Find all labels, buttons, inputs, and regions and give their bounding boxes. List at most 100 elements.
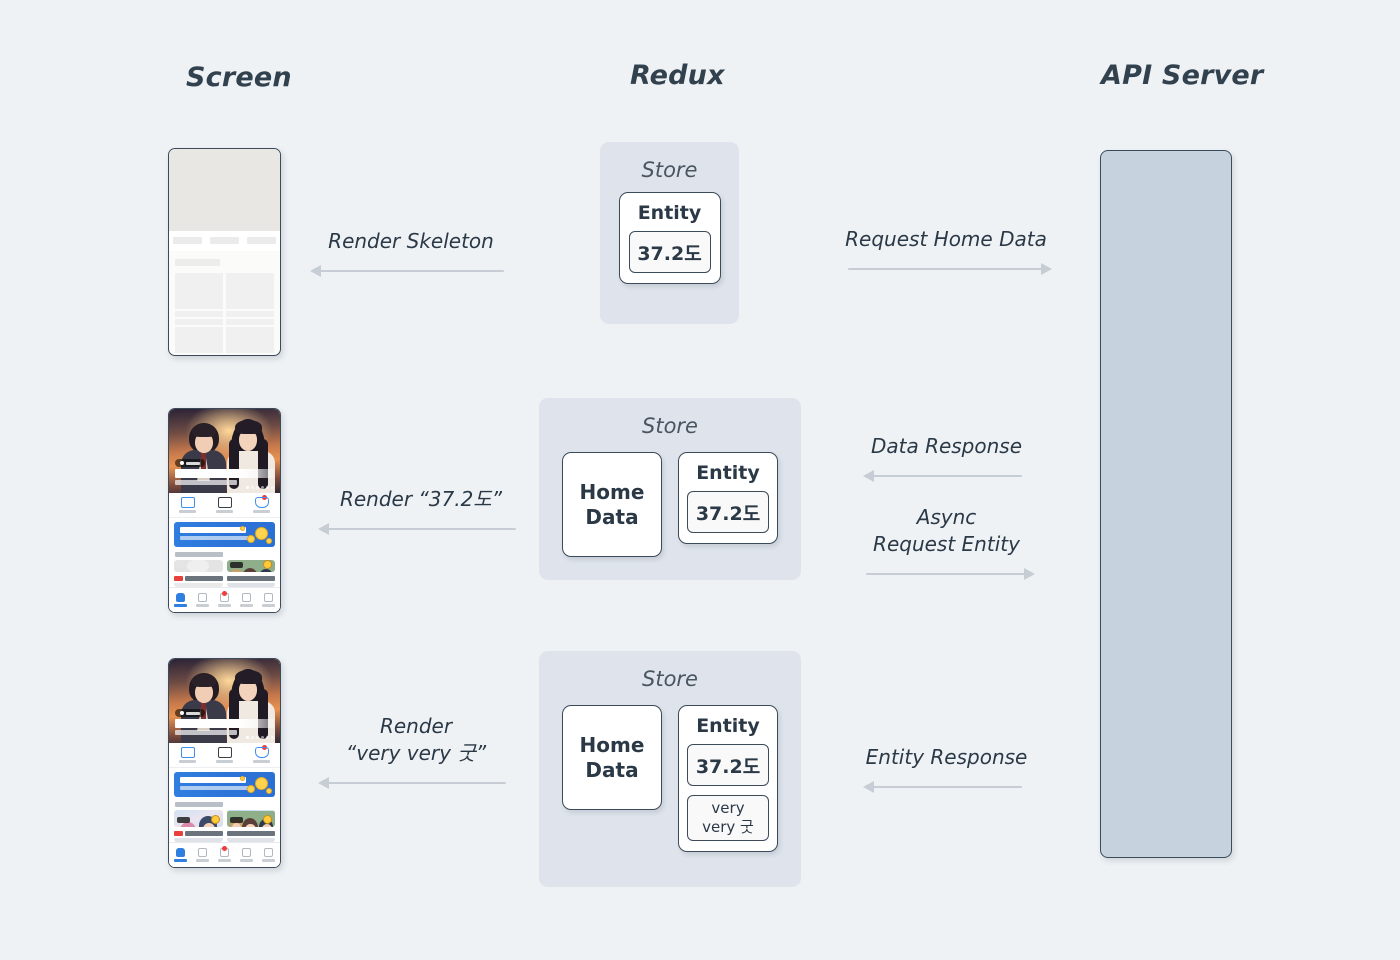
store-panel-3: Store Home Data Entity 37.2도 very very 굿 xyxy=(539,651,801,887)
home-data-box: Home Data xyxy=(562,452,662,557)
quick-menu-item-3[interactable] xyxy=(243,493,280,517)
app-card-loaded[interactable] xyxy=(226,810,275,842)
arrow-shaft xyxy=(866,573,1027,575)
skeleton-cell xyxy=(226,311,274,317)
column-heading-api-server: API Server xyxy=(1101,60,1264,91)
nav-item-event[interactable] xyxy=(213,843,235,867)
app-quick-menu xyxy=(169,493,280,518)
skeleton-menu-row xyxy=(169,231,280,251)
nav-item-search[interactable] xyxy=(236,588,258,612)
arrow-line-left xyxy=(863,780,1030,794)
phone-mockup-partial xyxy=(168,408,281,613)
ticket-icon xyxy=(180,497,195,508)
app-bottom-nav xyxy=(169,842,280,867)
arrow-label-async: Async xyxy=(916,505,977,529)
search-icon xyxy=(242,848,252,857)
hero-title-text xyxy=(175,719,274,728)
app-section-title xyxy=(175,552,223,557)
arrow-shaft xyxy=(318,270,504,272)
notification-dot-icon xyxy=(221,846,227,851)
card-subcaption xyxy=(174,583,223,587)
bookmark-icon xyxy=(197,848,207,857)
card-caption xyxy=(174,575,223,581)
promo-subtitle xyxy=(180,536,254,540)
card-badge xyxy=(229,562,243,568)
store-contents: Home Data Entity 37.2도 very very 굿 xyxy=(539,705,801,887)
nav-item-search[interactable] xyxy=(236,843,258,867)
nav-item-mypage[interactable] xyxy=(258,588,280,612)
hero-carousel-dots xyxy=(246,486,274,489)
coin-icon xyxy=(263,815,272,824)
hero-carousel-dots xyxy=(246,736,274,739)
bookmark-icon xyxy=(197,593,207,602)
skeleton-cell xyxy=(226,327,274,353)
entity-chip-very-line-1: very xyxy=(711,799,745,818)
skeleton-cell xyxy=(175,319,223,325)
app-section-title xyxy=(175,802,223,807)
entity-chip-temperature: 37.2도 xyxy=(687,491,769,533)
entity-box: Entity 37.2도 xyxy=(678,452,778,544)
app-card-skeleton[interactable] xyxy=(174,560,223,587)
nav-item-mytoon[interactable] xyxy=(191,843,213,867)
store-label: Store xyxy=(641,158,698,182)
arrow-head-right-icon xyxy=(1041,263,1052,275)
hero-badge xyxy=(175,459,205,467)
app-promo-banner[interactable] xyxy=(174,522,275,547)
coin-icon xyxy=(266,788,272,794)
quick-menu-item-2[interactable] xyxy=(206,493,243,517)
phone-mockup-loaded xyxy=(168,658,281,868)
home-data-box: Home Data xyxy=(562,705,662,810)
card-badge xyxy=(177,817,190,823)
coin-icon xyxy=(266,538,272,544)
arrow-entity-response: Entity Response xyxy=(863,744,1030,794)
app-card-grid xyxy=(174,810,275,842)
arrow-request-home-data: Request Home Data xyxy=(840,226,1052,276)
nav-item-home[interactable] xyxy=(169,588,191,612)
coin-icon xyxy=(240,776,245,781)
app-bottom-nav xyxy=(169,587,280,612)
app-promo-banner[interactable] xyxy=(174,772,275,797)
nav-item-event[interactable] xyxy=(213,588,235,612)
promo-title xyxy=(180,777,246,783)
skeleton-hero-block xyxy=(169,149,280,231)
arrow-label-render-skeleton: Render Skeleton xyxy=(328,229,494,253)
arrow-label-render: Render xyxy=(379,714,453,738)
nav-item-mypage[interactable] xyxy=(258,843,280,867)
gift-icon xyxy=(254,497,269,508)
skeleton-cell xyxy=(175,311,223,317)
arrow-line-left xyxy=(863,469,1030,483)
arrow-line-right xyxy=(858,567,1035,581)
hero-subtitle-text xyxy=(175,730,237,735)
card-subcaption xyxy=(226,583,275,587)
app-card-loaded[interactable] xyxy=(174,810,223,842)
arrow-label-request-home-data: Request Home Data xyxy=(845,227,1047,251)
gift-icon xyxy=(254,747,269,758)
hero-character-right-hair-right xyxy=(258,439,268,489)
search-icon xyxy=(242,593,252,602)
coin-icon xyxy=(247,535,255,543)
app-card-loaded[interactable] xyxy=(226,560,275,587)
arrow-shaft xyxy=(871,475,1022,477)
hero-character-left-fringe xyxy=(192,674,216,687)
skeleton-cell xyxy=(175,273,223,309)
app-quick-menu xyxy=(169,743,280,768)
user-icon xyxy=(264,593,274,602)
api-server-bar xyxy=(1100,150,1232,858)
quick-menu-item-1[interactable] xyxy=(169,493,206,517)
card-thumbnail-placeholder xyxy=(174,560,223,572)
card-thumbnail xyxy=(174,810,223,827)
quick-menu-item-2[interactable] xyxy=(206,743,243,767)
arrow-line-right xyxy=(840,262,1052,276)
nav-item-mytoon[interactable] xyxy=(191,588,213,612)
store-label: Store xyxy=(642,667,698,691)
quick-menu-item-3[interactable] xyxy=(243,743,280,767)
quick-menu-item-1[interactable] xyxy=(169,743,206,767)
arrow-render-skeleton: Render Skeleton xyxy=(310,228,512,278)
nav-item-home[interactable] xyxy=(169,843,191,867)
skeleton-menu-item xyxy=(210,237,239,244)
arrow-head-right-icon xyxy=(1024,568,1035,580)
entity-box: Entity 37.2도 very very 굿 xyxy=(678,705,778,852)
arrow-data-response: Data Response xyxy=(863,433,1030,483)
arrow-label-render-temperature: Render “37.2도” xyxy=(339,487,503,511)
calendar-icon xyxy=(217,747,232,758)
